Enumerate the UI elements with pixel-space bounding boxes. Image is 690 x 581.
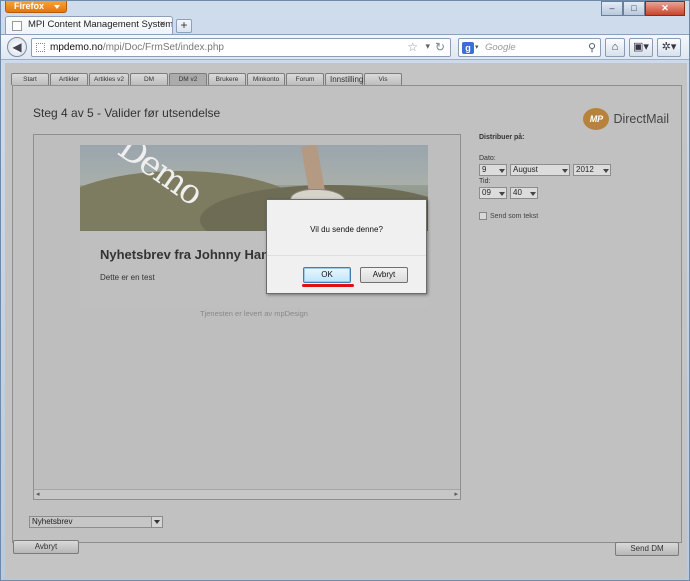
site-identity-icon[interactable]: [36, 43, 45, 52]
main-panel: Steg 4 av 5 - Valider før utsendelse MP …: [12, 85, 682, 543]
newsletter-select[interactable]: Nyhetsbrev: [29, 516, 163, 528]
url-path: /mpi/Doc/FrmSet/index.php: [102, 42, 224, 53]
page-content: Start Artikler Artikles v2 DM DM v2 Bruk…: [5, 63, 687, 579]
month-select[interactable]: August: [510, 164, 570, 176]
bookmark-star-icon[interactable]: ☆: [407, 40, 418, 54]
minute-value: 40: [513, 188, 522, 197]
site-tab-bar: Start Artikler Artikles v2 DM DM v2 Bruk…: [11, 73, 402, 85]
send-as-text-row[interactable]: Send som tekst: [479, 212, 538, 220]
chevron-down-icon: [499, 169, 505, 173]
hour-value: 09: [482, 188, 491, 197]
send-as-text-checkbox[interactable]: [479, 212, 487, 220]
logo-mark: MP: [583, 108, 610, 130]
newsletter-preview-frame[interactable]: Demo Nyhetsbrev fra Johnny Han Dette er …: [33, 134, 461, 500]
tab-artikler[interactable]: Artikler: [50, 73, 88, 85]
reload-icon[interactable]: ↻: [435, 40, 445, 54]
confirm-dialog: Vil du sende denne? OK Avbryt: [266, 199, 427, 294]
navigation-bar: ◀ mpdemo.no/mpi/Doc/FrmSet/index.php ☆ ▾…: [1, 34, 689, 60]
maximize-button[interactable]: □: [623, 1, 645, 16]
browser-tab[interactable]: MPI Content Management System v2.0.... ×: [5, 16, 173, 35]
bookmarks-menu-button[interactable]: ▣▾: [629, 38, 653, 57]
dialog-cancel-button[interactable]: Avbryt: [360, 267, 408, 283]
year-value: 2012: [576, 165, 594, 174]
dialog-message: Vil du sende denne?: [310, 225, 383, 234]
search-icon[interactable]: ⚲: [588, 41, 596, 54]
search-placeholder: Google: [485, 42, 516, 53]
url-bar[interactable]: mpdemo.no/mpi/Doc/FrmSet/index.php ☆ ▾ ↻: [31, 38, 451, 57]
close-tab-icon[interactable]: ×: [157, 20, 168, 31]
tab-innstilling[interactable]: Innstilling: [325, 73, 363, 85]
chevron-down-icon: [530, 192, 536, 196]
tab-brukere[interactable]: Brukere: [208, 73, 246, 85]
back-button[interactable]: ◀: [7, 37, 27, 57]
tab-artikles-v2[interactable]: Artikles v2: [89, 73, 129, 85]
date-label: Dato:: [479, 155, 496, 162]
distribute-label: Distribuer på:: [479, 134, 525, 141]
newsletter-text: Dette er en test: [100, 273, 155, 282]
addon-menu-button[interactable]: ✲▾: [657, 38, 681, 57]
tab-vis[interactable]: Vis: [364, 73, 402, 85]
logo-name: DirectMail: [613, 112, 669, 126]
home-button[interactable]: ⌂: [605, 38, 625, 57]
minute-select[interactable]: 40: [510, 187, 538, 199]
scroll-left-icon[interactable]: ◂: [36, 490, 40, 498]
firefox-menu-button[interactable]: Firefox: [5, 1, 67, 13]
chevron-down-icon: [54, 5, 60, 9]
tab-start[interactable]: Start: [11, 73, 49, 85]
horizontal-scrollbar[interactable]: ◂ ▸: [34, 489, 460, 499]
chevron-down-icon: [499, 192, 505, 196]
firefox-menu-label: Firefox: [14, 1, 45, 11]
tab-forum[interactable]: Forum: [286, 73, 324, 85]
engine-dropdown-icon[interactable]: ▾: [475, 43, 479, 51]
close-window-button[interactable]: ✕: [645, 1, 685, 16]
minimize-button[interactable]: –: [601, 1, 623, 16]
day-select[interactable]: 9: [479, 164, 507, 176]
month-value: August: [513, 165, 538, 174]
time-label: Tid:: [479, 178, 491, 185]
highlight-underline: [302, 284, 354, 287]
chevron-down-icon: [562, 169, 568, 173]
day-value: 9: [482, 165, 487, 174]
url-text: mpdemo.no/mpi/Doc/FrmSet/index.php: [50, 42, 224, 53]
history-dropdown-icon[interactable]: ▾: [425, 41, 430, 52]
page-favicon-icon: [12, 21, 22, 31]
tab-dm-v2[interactable]: DM v2: [169, 73, 207, 85]
chevron-down-icon: [603, 169, 609, 173]
tab-dm[interactable]: DM: [130, 73, 168, 85]
search-bar[interactable]: g ▾ Google ⚲: [458, 38, 601, 57]
ok-button[interactable]: OK: [303, 267, 351, 283]
new-tab-button[interactable]: +: [176, 19, 192, 33]
hour-select[interactable]: 09: [479, 187, 507, 199]
browser-window: Firefox – □ ✕ MPI Content Management Sys…: [0, 0, 690, 581]
cancel-button[interactable]: Avbryt: [13, 540, 79, 554]
chevron-down-icon[interactable]: [151, 517, 162, 527]
browser-tab-title: MPI Content Management System v2.0....: [28, 19, 173, 30]
year-select[interactable]: 2012: [573, 164, 611, 176]
newsletter-select-value: Nyhetsbrev: [32, 517, 73, 526]
directmail-logo: MP DirectMail: [583, 108, 669, 130]
window-controls: – □ ✕: [601, 1, 685, 16]
newsletter-heading: Nyhetsbrev fra Johnny Han: [100, 247, 270, 262]
url-host: mpdemo.no: [50, 42, 103, 53]
send-dm-button[interactable]: Send DM: [615, 542, 679, 556]
page-title: Steg 4 av 5 - Valider før utsendelse: [33, 106, 221, 120]
tab-minkonto[interactable]: Minkonto: [247, 73, 285, 85]
scroll-right-icon[interactable]: ▸: [454, 490, 458, 498]
newsletter-footer: Tjenesten er levert av mpDesign: [200, 309, 308, 318]
google-engine-icon[interactable]: g: [462, 42, 474, 54]
send-as-text-label: Send som tekst: [490, 212, 539, 220]
distribution-settings: Distribuer på: Dato: 9 August 2012 Tid: …: [479, 134, 669, 220]
